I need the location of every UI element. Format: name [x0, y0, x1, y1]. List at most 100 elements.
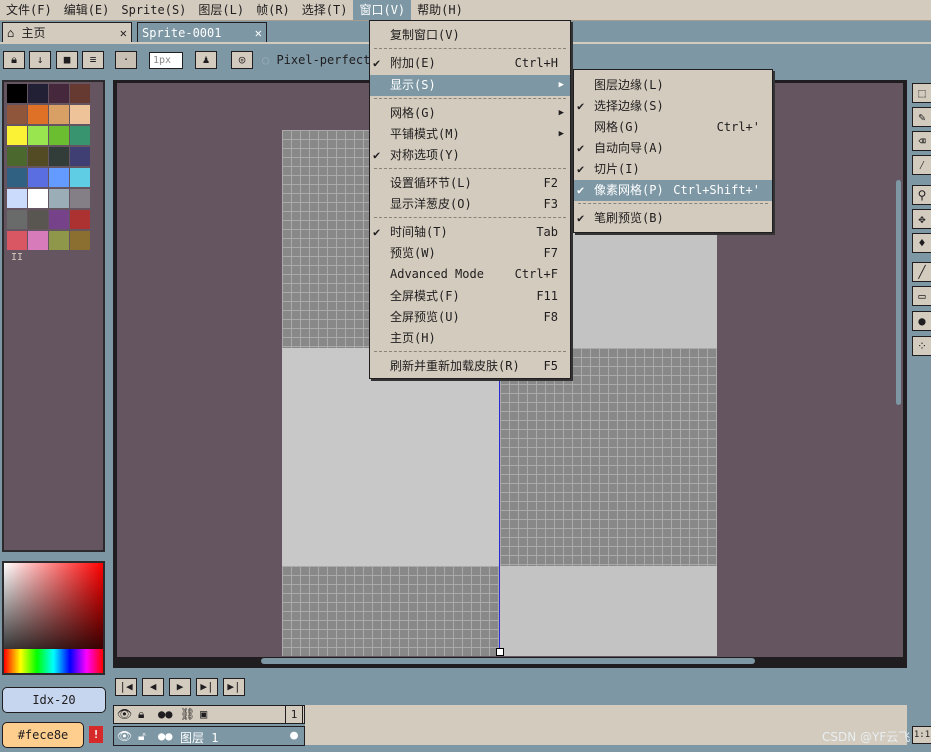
- palette-swatch[interactable]: [70, 210, 90, 229]
- move-icon[interactable]: ✥: [912, 209, 931, 229]
- eyedropper-icon[interactable]: ⁄: [912, 155, 931, 175]
- lock-icon[interactable]: 🔓︎: [138, 729, 146, 744]
- palette-swatch[interactable]: [28, 147, 48, 166]
- menu-item[interactable]: ✔ 对称选项(Y): [370, 145, 570, 166]
- palette-swatch[interactable]: [7, 168, 27, 187]
- menu-item[interactable]: 全屏模式(F) F11: [370, 286, 570, 307]
- frame-number[interactable]: 1: [285, 705, 303, 724]
- menu-item[interactable]: 显示洋葱皮(O) F3: [370, 194, 570, 215]
- menu-item[interactable]: 图层边缘(L): [574, 75, 772, 96]
- zoom-icon[interactable]: ⚲: [912, 185, 931, 205]
- palette-swatch[interactable]: [28, 168, 48, 187]
- brush-size-input[interactable]: 1px: [149, 52, 183, 69]
- menu-frame[interactable]: 帧(R): [250, 0, 296, 20]
- palette-swatch[interactable]: [70, 105, 90, 124]
- menu-item[interactable]: 刷新并重新加载皮肤(R) F5: [370, 356, 570, 377]
- palette-swatch[interactable]: [28, 210, 48, 229]
- horizontal-scrollbar[interactable]: [261, 658, 755, 664]
- layer-group-icon[interactable]: ▣: [200, 707, 207, 721]
- menu-item[interactable]: ✔ 像素网格(P) Ctrl+Shift+': [574, 180, 772, 201]
- palette-swatch[interactable]: [49, 147, 69, 166]
- play-button[interactable]: ▶: [169, 678, 191, 696]
- menu-edit[interactable]: 编辑(E): [58, 0, 116, 20]
- menu-select[interactable]: 选择(T): [296, 0, 354, 20]
- eye-icon[interactable]: 👁︎: [117, 729, 132, 743]
- menu-item[interactable]: ✔ 笔刷预览(B): [574, 208, 772, 229]
- line-icon[interactable]: ╱: [912, 262, 931, 282]
- canvas-tile[interactable]: [500, 566, 717, 656]
- first-frame-button[interactable]: |◀: [115, 678, 137, 696]
- palette-resize-handle[interactable]: II: [11, 252, 23, 263]
- palette-swatch[interactable]: [7, 126, 27, 145]
- marquee-icon[interactable]: ⬚: [912, 83, 931, 103]
- palette-swatch[interactable]: [28, 231, 48, 250]
- menu-item[interactable]: 全屏预览(U) F8: [370, 307, 570, 328]
- zoom-button[interactable]: 1:1: [912, 726, 931, 744]
- lock-icon[interactable]: 🔒︎: [138, 707, 144, 722]
- ink-icon[interactable]: ♟: [195, 51, 217, 69]
- menu-item[interactable]: Advanced Mode Ctrl+F: [370, 264, 570, 285]
- layer-name[interactable]: 图层 1: [180, 729, 218, 746]
- menu-window[interactable]: 窗口(V): [353, 0, 412, 20]
- menu-item[interactable]: 显示(S) ▶: [370, 75, 570, 96]
- blur-icon[interactable]: ●: [912, 311, 931, 331]
- menu-item[interactable]: 平铺模式(M) ▶: [370, 124, 570, 145]
- eye-icon[interactable]: 👁︎: [117, 707, 132, 721]
- layer-row[interactable]: 👁︎ 🔓︎ ●● 图层 1: [113, 726, 305, 746]
- hue-slider[interactable]: [4, 649, 103, 673]
- palette-swatch[interactable]: [7, 147, 27, 166]
- palette-swatch[interactable]: [28, 84, 48, 103]
- arrow-down-button[interactable]: ↓: [29, 51, 51, 69]
- previous-frame-button[interactable]: ◀: [142, 678, 164, 696]
- color-index-button[interactable]: Idx-20: [2, 687, 106, 713]
- palette-swatch[interactable]: [7, 189, 27, 208]
- menu-item[interactable]: ✔ 附加(E) Ctrl+H: [370, 53, 570, 74]
- brush-type-button[interactable]: ·: [115, 51, 137, 69]
- next-frame-button[interactable]: ▶|: [196, 678, 218, 696]
- menu-item[interactable]: ✔ 切片(I): [574, 159, 772, 180]
- menu-item[interactable]: 复制窗口(V): [370, 25, 570, 46]
- palette-swatch[interactable]: [49, 168, 69, 187]
- rectangle-icon[interactable]: ▭: [912, 286, 931, 306]
- warning-icon[interactable]: !: [89, 726, 103, 743]
- foreground-color-button[interactable]: #fece8e: [2, 722, 84, 748]
- menu-layer[interactable]: 图层(L): [192, 0, 250, 20]
- palette-swatch[interactable]: [70, 126, 90, 145]
- menu-lines-button[interactable]: ≡: [82, 51, 104, 69]
- palette-swatch[interactable]: [28, 105, 48, 124]
- menu-help[interactable]: 帮助(H): [411, 0, 469, 20]
- menu-sprite[interactable]: Sprite(S): [115, 0, 192, 20]
- palette-swatch[interactable]: [28, 189, 48, 208]
- canvas-tile[interactable]: [500, 348, 717, 566]
- palette-swatch[interactable]: [70, 147, 90, 166]
- pixel-perfect-checkbox[interactable]: ○: [262, 53, 276, 67]
- menu-item[interactable]: 网格(G) ▶: [370, 103, 570, 124]
- palette-swatch[interactable]: [49, 84, 69, 103]
- canvas-tile[interactable]: [282, 566, 500, 656]
- cel-icon[interactable]: ●: [285, 727, 303, 745]
- tab-home[interactable]: ⌂ 主页 ✕: [2, 22, 132, 42]
- palette-swatch[interactable]: [70, 231, 90, 250]
- menu-item[interactable]: ✔ 时间轴(T) Tab: [370, 222, 570, 243]
- canvas-tile[interactable]: [282, 348, 500, 566]
- color-spectrum[interactable]: [2, 561, 105, 675]
- spray-icon[interactable]: ⁘: [912, 336, 931, 356]
- close-icon[interactable]: ✕: [255, 23, 262, 43]
- menu-item[interactable]: 网格(G) Ctrl+': [574, 117, 772, 138]
- guide-handle[interactable]: [496, 648, 504, 656]
- menu-item[interactable]: 预览(W) F7: [370, 243, 570, 264]
- close-icon[interactable]: ✕: [120, 23, 127, 43]
- target-icon[interactable]: ◎: [231, 51, 253, 69]
- vertical-scrollbar[interactable]: [896, 180, 901, 405]
- pixel-perfect-label[interactable]: ○ Pixel-perfect: [262, 53, 370, 67]
- last-frame-button[interactable]: ▶|: [223, 678, 245, 696]
- palette-swatch[interactable]: [49, 231, 69, 250]
- pencil-icon[interactable]: ✎: [912, 107, 931, 127]
- eraser-icon[interactable]: ⌫: [912, 131, 931, 151]
- palette-swatch[interactable]: [7, 105, 27, 124]
- palette-swatch[interactable]: [7, 84, 27, 103]
- menu-item[interactable]: ✔ 选择边缘(S): [574, 96, 772, 117]
- palette-swatch[interactable]: [49, 210, 69, 229]
- continuous-icon[interactable]: ●●: [158, 729, 172, 743]
- menu-item[interactable]: ✔ 自动向导(A): [574, 138, 772, 159]
